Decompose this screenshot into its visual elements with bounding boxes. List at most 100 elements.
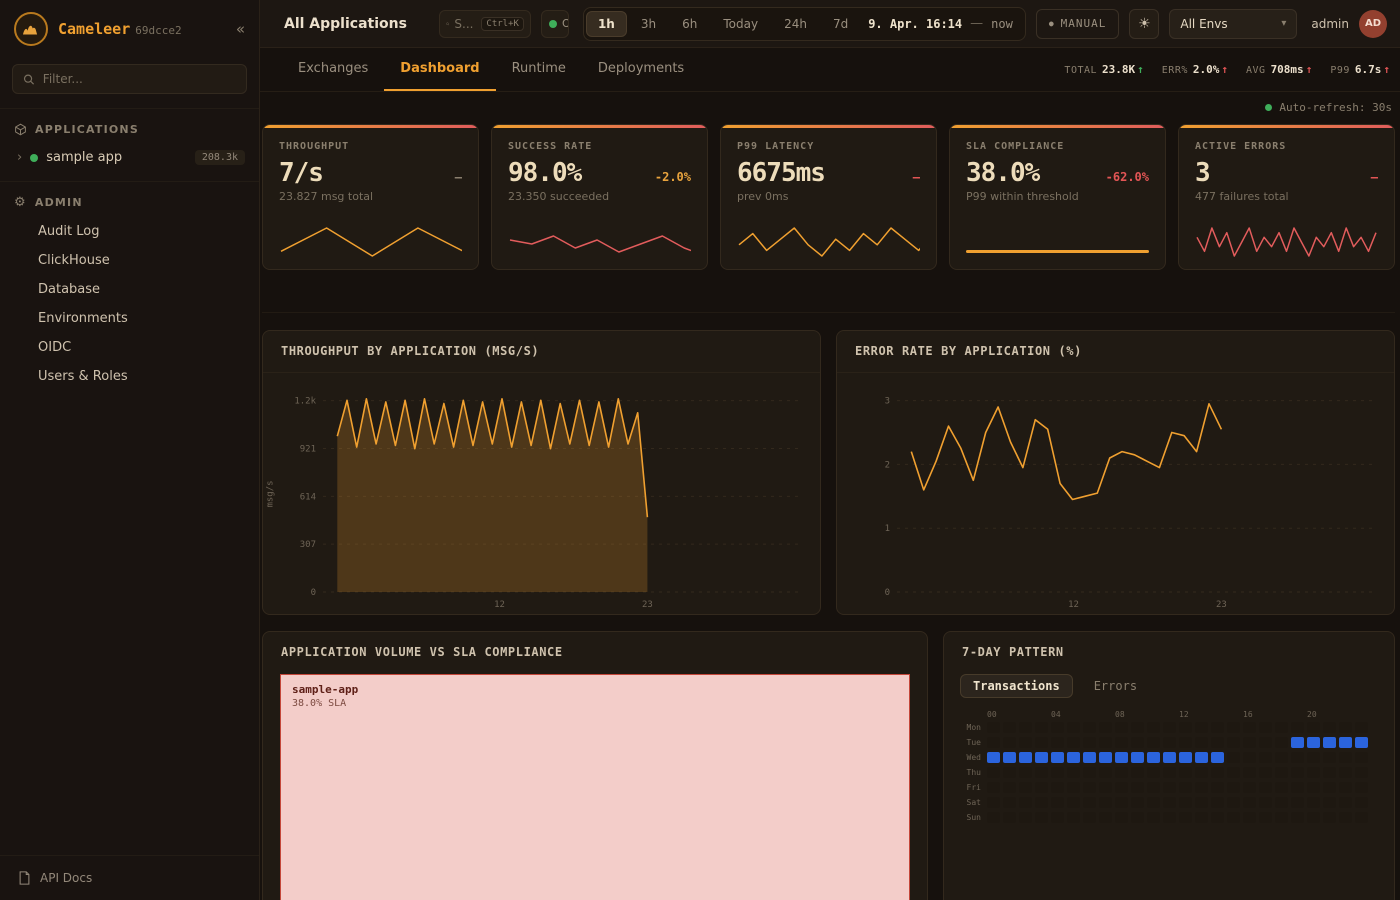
heatmap-cell [1259,797,1272,808]
build-hash: 69dcce2 [135,24,181,37]
panel-header: 7-DAY PATTERN [944,632,1394,668]
kpi-subtitle: 477 failures total [1195,190,1378,203]
admin-items: Audit LogClickHouseDatabaseEnvironmentsO… [0,217,259,391]
package-icon [14,123,27,136]
heatmap-cell [1083,767,1096,778]
treemap-item-sla: 38.0% SLA [292,698,898,709]
time-range-3h[interactable]: 3h [629,11,668,37]
sidebar-item-users-roles[interactable]: Users & Roles [0,362,259,391]
heatmap-cell [1323,752,1336,763]
heatmap-cell [987,767,1000,778]
stat-err: ERR%2.0%↑ [1162,63,1228,76]
tab-deployments[interactable]: Deployments [582,48,700,91]
auto-refresh-label: Auto-refresh: 30s [1279,101,1392,114]
svg-text:307: 307 [300,540,316,550]
heatmap-cell [1083,752,1096,763]
heatmap-cell [1211,767,1224,778]
heatmap-cell [1099,812,1112,823]
heatmap-day-label: Wed [960,753,984,762]
heatmap-cell [1307,812,1320,823]
time-range-1h[interactable]: 1h [586,11,627,37]
time-range-6h[interactable]: 6h [670,11,709,37]
filter-input[interactable] [43,72,236,86]
sidebar-collapse-button[interactable]: « [236,20,245,38]
tab-list: ExchangesDashboardRuntimeDeployments [282,48,700,91]
dashboard-content: THROUGHPUT7/s–23.827 msg totalSUCCESS RA… [260,122,1400,900]
kpi-delta: – [455,170,462,184]
time-range-24h[interactable]: 24h [772,11,819,37]
gear-icon: ⚙ [14,196,27,209]
svg-text:23: 23 [642,600,653,610]
bottom-row: APPLICATION VOLUME VS SLA COMPLIANCE sam… [262,631,1395,900]
svg-text:1.2k: 1.2k [294,397,316,407]
heatmap-cell [1339,737,1352,748]
pattern-body: TransactionsErrors 000408121620MonTueWed… [944,668,1394,829]
heatmap-cell [1323,812,1336,823]
manual-refresh-button[interactable]: ● MANUAL [1036,9,1120,39]
tab-dashboard[interactable]: Dashboard [384,48,495,91]
heatmap-cell [1083,797,1096,808]
sidebar-filter[interactable] [12,64,247,94]
sidebar-item-database[interactable]: Database [0,275,259,304]
heatmap-cell [987,722,1000,733]
global-search[interactable]: Ctrl+K [439,10,531,38]
kpi-accent-bar [950,125,1165,128]
sidebar-item-environments[interactable]: Environments [0,304,259,333]
online-label: O [562,17,569,30]
search-icon [446,18,449,30]
heatmap-cell [1051,767,1064,778]
heatmap-cell [1179,737,1192,748]
heatmap-cell [1291,722,1304,733]
heatmap-cell [1163,737,1176,748]
heatmap-cell [1051,722,1064,733]
treemap-item-sample-app[interactable]: sample-app 38.0% SLA [280,674,910,900]
sidebar-item-oidc[interactable]: OIDC [0,333,259,362]
heatmap-cell [1051,737,1064,748]
sidebar-item-sample-app[interactable]: › sample app 208.3k [0,144,259,171]
heatmap-cell [1243,737,1256,748]
time-range-today[interactable]: Today [711,11,770,37]
heatmap-cell [1067,782,1080,793]
heatmap-cell [1243,782,1256,793]
heatmap-cell [1355,812,1368,823]
heatmap-cell [1211,797,1224,808]
manual-label: MANUAL [1061,17,1107,30]
heatmap-cell [1131,797,1144,808]
heatmap-cell [1035,752,1048,763]
sidebar-item-api-docs[interactable]: API Docs [0,855,259,900]
now-button[interactable]: now [983,17,1023,31]
time-range-7d[interactable]: 7d [821,11,860,37]
date-display[interactable]: 9. Apr. 16:14 [860,17,970,31]
heatmap-cell [1019,752,1032,763]
env-selected-value: All Envs [1180,17,1227,31]
search-input[interactable] [454,17,476,31]
section-divider [262,312,1395,313]
stat-avg: AVG708ms↑ [1246,63,1312,76]
env-selector[interactable]: All Envs ▾ [1169,9,1297,39]
kpi-title: SUCCESS RATE [508,141,691,152]
document-icon [18,871,31,885]
heatmap-cell [1259,812,1272,823]
tab-runtime[interactable]: Runtime [496,48,582,91]
sidebar-item-audit-log[interactable]: Audit Log [0,217,259,246]
heatmap-cell [1179,752,1192,763]
heatmap-cell [1275,767,1288,778]
heatmap-cell [1115,752,1128,763]
pattern-tab-errors[interactable]: Errors [1081,674,1150,698]
applications-section: APPLICATIONS › sample app 208.3k [0,108,259,181]
heatmap-cell [1163,752,1176,763]
heatmap-cell [987,812,1000,823]
pattern-tab-transactions[interactable]: Transactions [960,674,1073,698]
heatmap-cell [1019,782,1032,793]
sidebar-item-clickhouse[interactable]: ClickHouse [0,246,259,275]
heatmap-cell [1147,812,1160,823]
heatmap-cell [1099,797,1112,808]
online-toggle[interactable]: O [541,10,569,38]
heatmap-cell [1067,722,1080,733]
error-rate-chart-panel: ERROR RATE BY APPLICATION (%) % 01231223 [836,330,1395,615]
y-axis-label: % [836,491,839,496]
user-avatar[interactable]: AD [1359,10,1387,38]
tab-exchanges[interactable]: Exchanges [282,48,384,91]
theme-toggle-button[interactable]: ☀ [1129,9,1159,39]
heatmap-cell [1227,782,1240,793]
